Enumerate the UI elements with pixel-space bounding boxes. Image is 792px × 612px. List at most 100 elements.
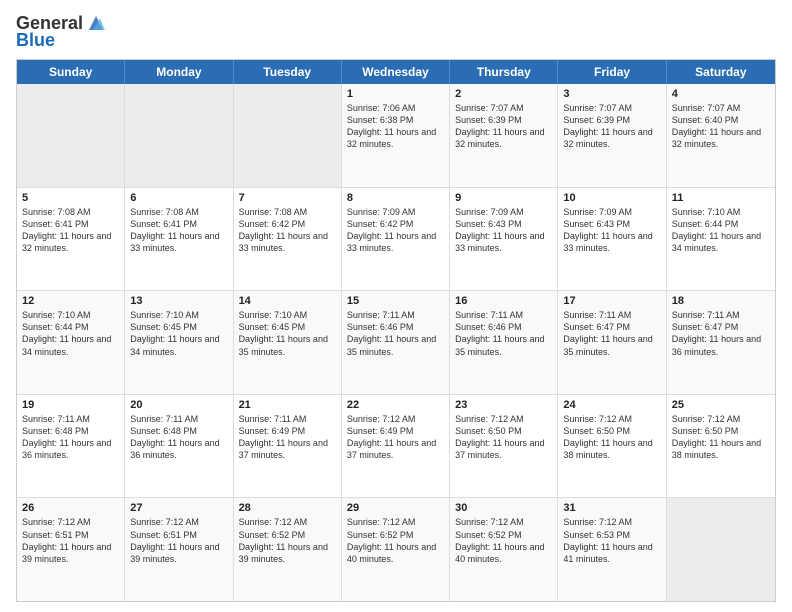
cell-info: Sunrise: 7:08 AM Sunset: 6:41 PM Dayligh… [22, 206, 119, 255]
page: General Blue SundayMondayTuesdayWednesda… [0, 0, 792, 612]
cell-info: Sunrise: 7:12 AM Sunset: 6:53 PM Dayligh… [563, 516, 660, 565]
cal-cell: 9Sunrise: 7:09 AM Sunset: 6:43 PM Daylig… [450, 188, 558, 291]
day-number: 22 [347, 399, 444, 411]
cell-info: Sunrise: 7:12 AM Sunset: 6:52 PM Dayligh… [455, 516, 552, 565]
logo-icon [85, 12, 107, 34]
day-number: 7 [239, 192, 336, 204]
day-number: 27 [130, 502, 227, 514]
cal-cell: 24Sunrise: 7:12 AM Sunset: 6:50 PM Dayli… [558, 395, 666, 498]
cal-cell: 31 Sunrise: 7:12 AM Sunset: 6:53 PM Dayli… [558, 498, 666, 601]
cell-info: Sunrise: 7:08 AM Sunset: 6:41 PM Dayligh… [130, 206, 227, 255]
cell-info: Sunrise: 7:07 AM Sunset: 6:39 PM Dayligh… [455, 102, 552, 151]
cell-info: Sunrise: 7:11 AM Sunset: 6:46 PM Dayligh… [455, 309, 552, 358]
day-number: 5 [22, 192, 119, 204]
day-number: 3 [563, 88, 660, 100]
day-number: 25 [672, 399, 770, 411]
cal-cell: 12Sunrise: 7:10 AM Sunset: 6:44 PM Dayli… [17, 291, 125, 394]
cal-cell: 3 Sunrise: 7:07 AM Sunset: 6:39 PM Daylig… [558, 84, 666, 187]
cell-info: Sunrise: 7:09 AM Sunset: 6:43 PM Dayligh… [455, 206, 552, 255]
cal-cell: 21 Sunrise: 7:11 AM Sunset: 6:49 PM Dayli… [234, 395, 342, 498]
cell-info: Sunrise: 7:08 AM Sunset: 6:42 PM Dayligh… [239, 206, 336, 255]
cell-info: Sunrise: 7:07 AM Sunset: 6:39 PM Dayligh… [563, 102, 660, 151]
cal-cell: 19Sunrise: 7:11 AM Sunset: 6:48 PM Dayli… [17, 395, 125, 498]
day-number: 23 [455, 399, 552, 411]
cal-cell [667, 498, 775, 601]
cal-cell: 4Sunrise: 7:07 AM Sunset: 6:40 PM Daylig… [667, 84, 775, 187]
cell-info: Sunrise: 7:10 AM Sunset: 6:44 PM Dayligh… [22, 309, 119, 358]
calendar-header: SundayMondayTuesdayWednesdayThursdayFrid… [17, 60, 775, 84]
cell-info: Sunrise: 7:12 AM Sunset: 6:50 PM Dayligh… [672, 413, 770, 462]
day-number: 13 [130, 295, 227, 307]
cal-cell: 7 Sunrise: 7:08 AM Sunset: 6:42 PM Daylig… [234, 188, 342, 291]
day-number: 8 [347, 192, 444, 204]
day-header-friday: Friday [558, 60, 666, 84]
cell-info: Sunrise: 7:11 AM Sunset: 6:47 PM Dayligh… [672, 309, 770, 358]
cell-info: Sunrise: 7:09 AM Sunset: 6:42 PM Dayligh… [347, 206, 444, 255]
cell-info: Sunrise: 7:12 AM Sunset: 6:50 PM Dayligh… [455, 413, 552, 462]
day-number: 24 [563, 399, 660, 411]
day-header-tuesday: Tuesday [234, 60, 342, 84]
day-header-monday: Monday [125, 60, 233, 84]
cell-info: Sunrise: 7:11 AM Sunset: 6:49 PM Dayligh… [239, 413, 336, 462]
cal-cell: 5 Sunrise: 7:08 AM Sunset: 6:41 PM Daylig… [17, 188, 125, 291]
cell-info: Sunrise: 7:09 AM Sunset: 6:43 PM Dayligh… [563, 206, 660, 255]
cal-cell: 15Sunrise: 7:11 AM Sunset: 6:46 PM Dayli… [342, 291, 450, 394]
cal-cell [17, 84, 125, 187]
day-number: 6 [130, 192, 227, 204]
day-number: 19 [22, 399, 119, 411]
cal-cell [125, 84, 233, 187]
day-number: 16 [455, 295, 552, 307]
cal-cell: 30 Sunrise: 7:12 AM Sunset: 6:52 PM Dayli… [450, 498, 558, 601]
week-row-5: 26 Sunrise: 7:12 AM Sunset: 6:51 PM Dayli… [17, 498, 775, 601]
day-number: 29 [347, 502, 444, 514]
day-number: 18 [672, 295, 770, 307]
cal-cell: 29 Sunrise: 7:12 AM Sunset: 6:52 PM Dayli… [342, 498, 450, 601]
week-row-3: 12Sunrise: 7:10 AM Sunset: 6:44 PM Dayli… [17, 291, 775, 395]
cal-cell: 25 Sunrise: 7:12 AM Sunset: 6:50 PM Dayli… [667, 395, 775, 498]
day-number: 17 [563, 295, 660, 307]
cal-cell: 1 Sunrise: 7:06 AM Sunset: 6:38 PM Daylig… [342, 84, 450, 187]
cal-cell: 11Sunrise: 7:10 AM Sunset: 6:44 PM Dayli… [667, 188, 775, 291]
cell-info: Sunrise: 7:11 AM Sunset: 6:46 PM Dayligh… [347, 309, 444, 358]
cell-info: Sunrise: 7:10 AM Sunset: 6:45 PM Dayligh… [239, 309, 336, 358]
cal-cell: 6 Sunrise: 7:08 AM Sunset: 6:41 PM Daylig… [125, 188, 233, 291]
cell-info: Sunrise: 7:12 AM Sunset: 6:51 PM Dayligh… [130, 516, 227, 565]
day-number: 20 [130, 399, 227, 411]
cal-cell: 13 Sunrise: 7:10 AM Sunset: 6:45 PM Dayli… [125, 291, 233, 394]
day-number: 1 [347, 88, 444, 100]
day-number: 31 [563, 502, 660, 514]
day-header-saturday: Saturday [667, 60, 775, 84]
week-row-4: 19 Sunrise: 7:11 AM Sunset: 6:48 PM Dayli… [17, 395, 775, 499]
cell-info: Sunrise: 7:12 AM Sunset: 6:51 PM Dayligh… [22, 516, 119, 565]
day-number: 30 [455, 502, 552, 514]
cal-cell: 14Sunrise: 7:10 AM Sunset: 6:45 PM Dayli… [234, 291, 342, 394]
day-number: 10 [563, 192, 660, 204]
day-header-sunday: Sunday [17, 60, 125, 84]
cal-cell: 22 Sunrise: 7:12 AM Sunset: 6:49 PM Dayli… [342, 395, 450, 498]
cal-cell: 27 Sunrise: 7:12 AM Sunset: 6:51 PM Dayli… [125, 498, 233, 601]
day-number: 28 [239, 502, 336, 514]
day-number: 26 [22, 502, 119, 514]
cal-cell: 10 Sunrise: 7:09 AM Sunset: 6:43 PM Dayli… [558, 188, 666, 291]
cell-info: Sunrise: 7:07 AM Sunset: 6:40 PM Dayligh… [672, 102, 770, 151]
cell-info: Sunrise: 7:12 AM Sunset: 6:52 PM Dayligh… [347, 516, 444, 565]
cal-cell: 20 Sunrise: 7:11 AM Sunset: 6:48 PM Dayli… [125, 395, 233, 498]
day-number: 21 [239, 399, 336, 411]
cell-info: Sunrise: 7:11 AM Sunset: 6:47 PM Dayligh… [563, 309, 660, 358]
calendar: SundayMondayTuesdayWednesdayThursdayFrid… [16, 59, 776, 602]
cell-info: Sunrise: 7:12 AM Sunset: 6:49 PM Dayligh… [347, 413, 444, 462]
cell-info: Sunrise: 7:06 AM Sunset: 6:38 PM Dayligh… [347, 102, 444, 151]
day-header-thursday: Thursday [450, 60, 558, 84]
cal-cell: 17 Sunrise: 7:11 AM Sunset: 6:47 PM Dayli… [558, 291, 666, 394]
cal-cell: 2Sunrise: 7:07 AM Sunset: 6:39 PM Daylig… [450, 84, 558, 187]
week-row-2: 5 Sunrise: 7:08 AM Sunset: 6:41 PM Daylig… [17, 188, 775, 292]
cell-info: Sunrise: 7:12 AM Sunset: 6:52 PM Dayligh… [239, 516, 336, 565]
week-row-1: 1 Sunrise: 7:06 AM Sunset: 6:38 PM Daylig… [17, 84, 775, 188]
cell-info: Sunrise: 7:10 AM Sunset: 6:45 PM Dayligh… [130, 309, 227, 358]
day-number: 11 [672, 192, 770, 204]
logo: General Blue [16, 12, 107, 51]
cal-cell: 28 Sunrise: 7:12 AM Sunset: 6:52 PM Dayli… [234, 498, 342, 601]
day-header-wednesday: Wednesday [342, 60, 450, 84]
cell-info: Sunrise: 7:11 AM Sunset: 6:48 PM Dayligh… [130, 413, 227, 462]
page-header: General Blue [16, 12, 776, 51]
